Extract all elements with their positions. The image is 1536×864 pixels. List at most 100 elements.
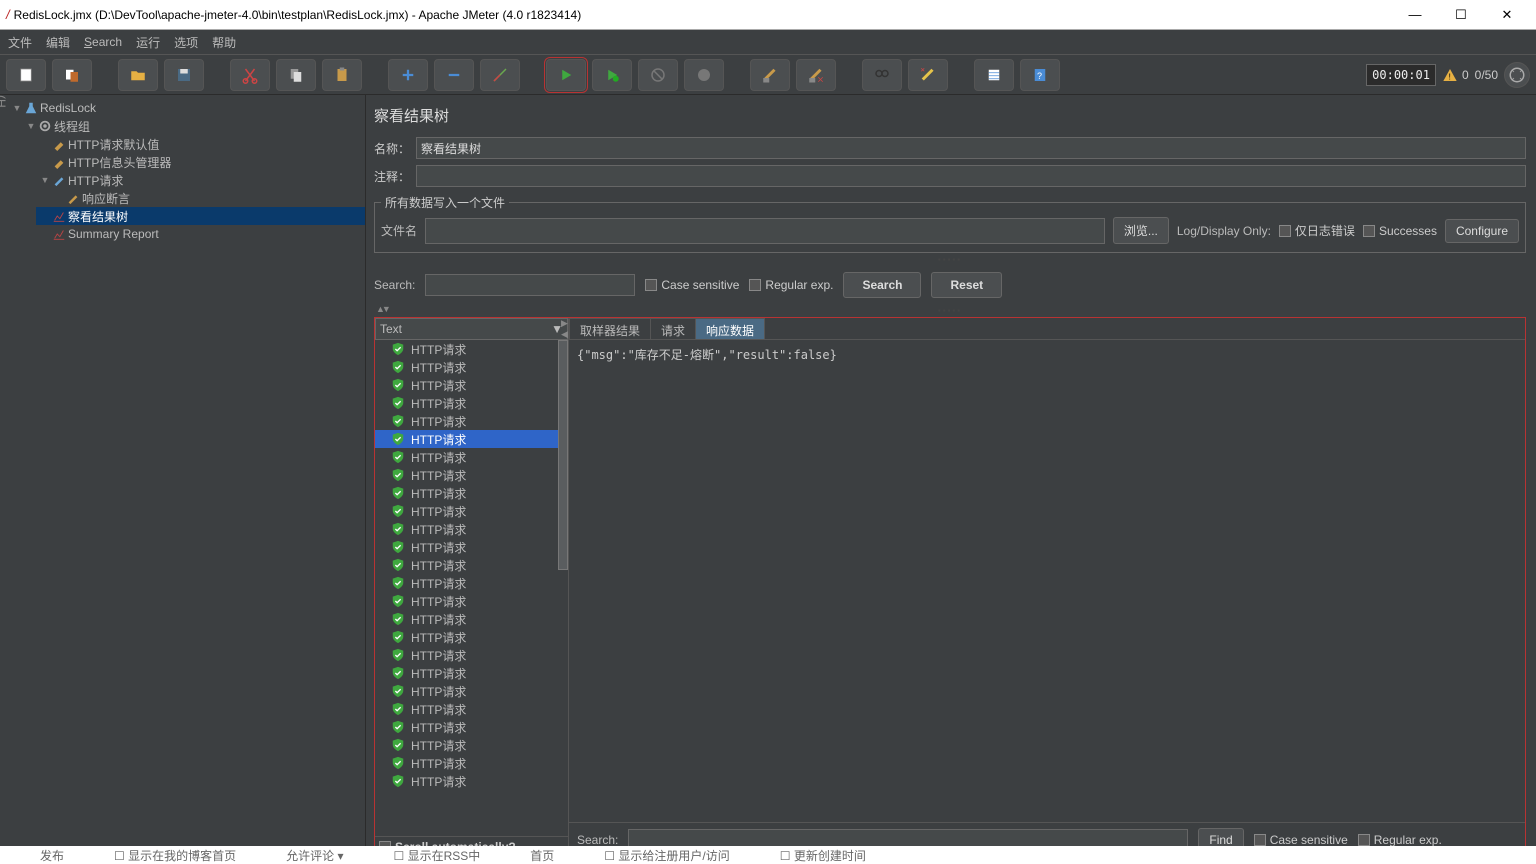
result-item[interactable]: HTTP请求 [375, 700, 568, 718]
result-item[interactable]: HTTP请求 [375, 412, 568, 430]
name-input[interactable] [416, 137, 1526, 159]
paste-button[interactable] [322, 59, 362, 91]
footer-case-checkbox[interactable]: Case sensitive [1254, 833, 1348, 847]
copy-button[interactable] [276, 59, 316, 91]
tree-thread-group[interactable]: ▼ 线程组 [22, 117, 365, 135]
templates-button[interactable] [52, 59, 92, 91]
success-shield-icon [391, 342, 405, 356]
result-item[interactable]: HTTP请求 [375, 772, 568, 790]
success-shield-icon [391, 738, 405, 752]
result-item[interactable]: HTTP请求 [375, 358, 568, 376]
search-input[interactable] [425, 274, 635, 296]
save-button[interactable] [164, 59, 204, 91]
result-item[interactable]: HTTP请求 [375, 592, 568, 610]
menu-options[interactable]: 选项 [174, 34, 198, 51]
result-item[interactable]: HTTP请求 [375, 736, 568, 754]
cut-button[interactable] [230, 59, 270, 91]
configure-button[interactable]: Configure [1445, 219, 1519, 243]
test-plan-tree[interactable]: ▼ RedisLock ▼ 线程组 HTTP请求默认值 HTTP信息头管理器 ▼… [8, 95, 366, 864]
tree-response-assertion[interactable]: 响应断言 [50, 189, 365, 207]
result-item-label: HTTP请求 [411, 773, 466, 790]
tree-header-manager[interactable]: HTTP信息头管理器 [36, 153, 365, 171]
result-item[interactable]: HTTP请求 [375, 664, 568, 682]
help-button[interactable]: ? [1020, 59, 1060, 91]
tree-view-results-tree[interactable]: 察看结果树 [36, 207, 365, 225]
result-item[interactable]: HTTP请求 [375, 754, 568, 772]
result-item[interactable]: HTTP请求 [375, 376, 568, 394]
reset-search-button[interactable] [908, 59, 948, 91]
result-item-label: HTTP请求 [411, 629, 466, 646]
menu-search[interactable]: Search [84, 35, 122, 49]
result-item-label: HTTP请求 [411, 647, 466, 664]
regex-checkbox[interactable]: Regular exp. [749, 278, 833, 292]
menu-file[interactable]: 文件 [8, 34, 32, 51]
collapse-button[interactable] [434, 59, 474, 91]
expand-button[interactable] [388, 59, 428, 91]
thread-count: 0/50 [1475, 68, 1498, 82]
function-helper-button[interactable] [974, 59, 1014, 91]
tab-request[interactable]: 请求 [650, 318, 696, 339]
reset-button[interactable]: Reset [931, 272, 1002, 298]
result-item-label: HTTP请求 [411, 593, 466, 610]
response-body[interactable]: {"msg":"库存不足-熔断","result":false} [569, 340, 1525, 822]
clear-button[interactable] [750, 59, 790, 91]
search-button[interactable]: Search [843, 272, 921, 298]
result-item-label: HTTP请求 [411, 467, 466, 484]
new-button[interactable] [6, 59, 46, 91]
menu-run[interactable]: 运行 [136, 34, 160, 51]
errors-only-checkbox[interactable]: 仅日志错误 [1279, 222, 1355, 239]
tree-http-defaults[interactable]: HTTP请求默认值 [36, 135, 365, 153]
result-detail-panel: ▶◀ 取样器结果 请求 响应数据 {"msg":"库存不足-熔断","resul… [569, 318, 1525, 857]
start-button[interactable] [546, 59, 586, 91]
search-label: Search: [374, 278, 415, 292]
tab-response-data[interactable]: 响应数据 [695, 318, 765, 339]
comment-input[interactable] [416, 165, 1526, 187]
tab-sampler-result[interactable]: 取样器结果 [569, 318, 651, 339]
tree-root[interactable]: ▼ RedisLock [8, 99, 365, 117]
result-item[interactable]: HTTP请求 [375, 682, 568, 700]
browse-button[interactable]: 浏览... [1113, 217, 1169, 244]
successes-checkbox[interactable]: Successes [1363, 224, 1437, 238]
result-item[interactable]: HTTP请求 [375, 448, 568, 466]
filename-input[interactable] [425, 218, 1105, 244]
success-shield-icon [391, 648, 405, 662]
close-button[interactable]: ✕ [1484, 0, 1530, 30]
result-item[interactable]: HTTP请求 [375, 520, 568, 538]
splitter-grip-2[interactable]: ▪▪▪▪▪ [370, 304, 1530, 317]
maximize-button[interactable]: ☐ [1438, 0, 1484, 30]
result-item[interactable]: HTTP请求 [375, 430, 568, 448]
stop-button[interactable] [638, 59, 678, 91]
tree-http-request[interactable]: ▼ HTTP请求 [36, 171, 365, 189]
menu-help[interactable]: 帮助 [212, 34, 236, 51]
footer-regex-checkbox[interactable]: Regular exp. [1358, 833, 1442, 847]
start-no-pause-button[interactable] [592, 59, 632, 91]
splitter-grip[interactable]: ▪▪▪▪▪ [370, 253, 1530, 266]
result-item[interactable]: HTTP请求 [375, 340, 568, 358]
toggle-button[interactable] [480, 59, 520, 91]
results-scrollbar[interactable] [558, 340, 568, 570]
result-item[interactable]: HTTP请求 [375, 556, 568, 574]
results-list[interactable]: HTTP请求HTTP请求HTTP请求HTTP请求HTTP请求HTTP请求HTTP… [375, 340, 568, 836]
result-item[interactable]: HTTP请求 [375, 394, 568, 412]
result-item[interactable]: HTTP请求 [375, 628, 568, 646]
result-item[interactable]: HTTP请求 [375, 484, 568, 502]
clear-all-button[interactable] [796, 59, 836, 91]
renderer-dropdown[interactable]: Text▼ [375, 318, 568, 340]
menu-edit[interactable]: 编辑 [46, 34, 70, 51]
warning-count[interactable]: ! 0 [1442, 67, 1469, 83]
result-item[interactable]: HTTP请求 [375, 574, 568, 592]
search-tree-button[interactable] [862, 59, 902, 91]
result-item[interactable]: HTTP请求 [375, 466, 568, 484]
result-item-label: HTTP请求 [411, 431, 466, 448]
tree-summary-report[interactable]: Summary Report [36, 225, 365, 243]
result-item[interactable]: HTTP请求 [375, 610, 568, 628]
result-item[interactable]: HTTP请求 [375, 538, 568, 556]
result-item[interactable]: HTTP请求 [375, 502, 568, 520]
shutdown-button[interactable] [684, 59, 724, 91]
result-item[interactable]: HTTP请求 [375, 718, 568, 736]
result-item[interactable]: HTTP请求 [375, 646, 568, 664]
case-sensitive-checkbox[interactable]: Case sensitive [645, 278, 739, 292]
open-button[interactable] [118, 59, 158, 91]
expand-panel-button[interactable] [1504, 62, 1530, 88]
minimize-button[interactable]: — [1392, 0, 1438, 30]
